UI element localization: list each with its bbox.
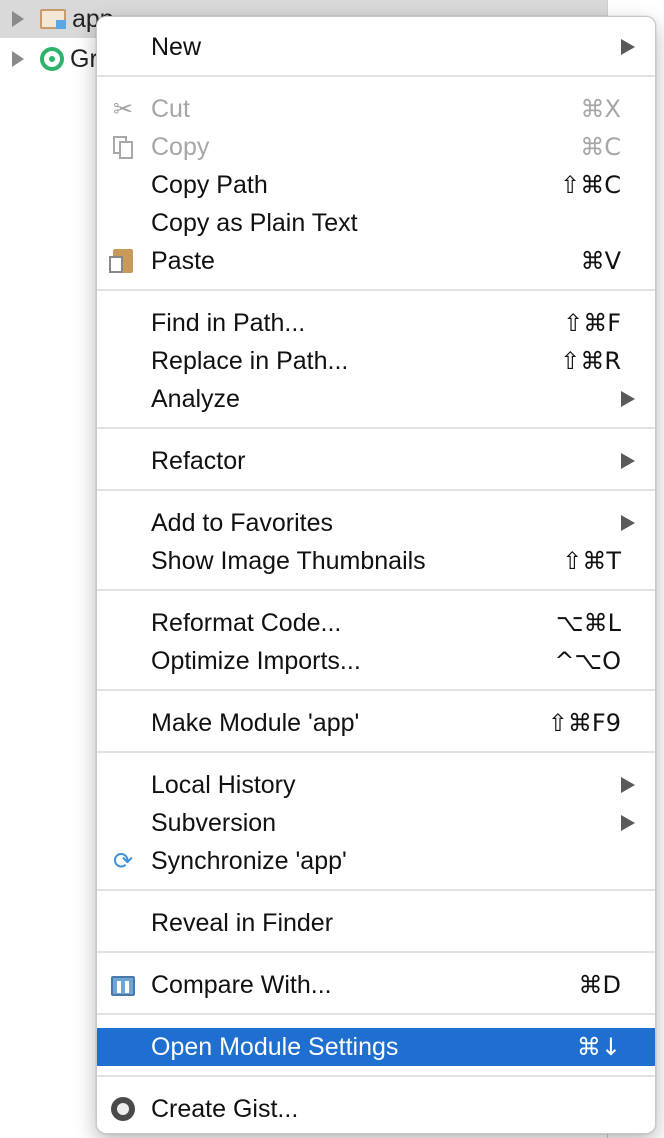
menu-item-shortcut: ⌘V bbox=[580, 247, 621, 275]
menu-item-label: Copy as Plain Text bbox=[151, 209, 358, 237]
menu-item-paste[interactable]: Paste ⌘V bbox=[97, 242, 655, 280]
menu-item-create-gist[interactable]: Create Gist... bbox=[97, 1090, 655, 1128]
menu-separator bbox=[97, 589, 655, 591]
menu-item-make-module[interactable]: Make Module 'app' ⇧⌘F9 bbox=[97, 704, 655, 742]
menu-item-label: Optimize Imports... bbox=[151, 647, 361, 675]
menu-item-add-to-favorites[interactable]: Add to Favorites bbox=[97, 504, 655, 542]
menu-item-synchronize[interactable]: ⟳ Synchronize 'app' bbox=[97, 842, 655, 880]
menu-item-refactor[interactable]: Refactor bbox=[97, 442, 655, 480]
menu-item-shortcut: ⌥⌘L bbox=[555, 609, 621, 637]
menu-separator bbox=[97, 751, 655, 753]
menu-item-label: Make Module 'app' bbox=[151, 709, 360, 737]
menu-item-reformat-code[interactable]: Reformat Code... ⌥⌘L bbox=[97, 604, 655, 642]
paste-icon bbox=[109, 248, 137, 274]
submenu-arrow-icon bbox=[621, 815, 635, 831]
menu-item-reveal-in-finder[interactable]: Reveal in Finder bbox=[97, 904, 655, 942]
submenu-arrow-icon bbox=[621, 391, 635, 407]
github-icon bbox=[109, 1096, 137, 1122]
menu-item-open-module-settings[interactable]: Open Module Settings ⌘↓ bbox=[97, 1028, 655, 1066]
menu-item-show-image-thumbnails[interactable]: Show Image Thumbnails ⇧⌘T bbox=[97, 542, 655, 580]
menu-item-label: Add to Favorites bbox=[151, 509, 334, 537]
expand-arrow-icon[interactable] bbox=[12, 11, 24, 27]
menu-item-shortcut: ⌘↓ bbox=[576, 1033, 621, 1061]
compare-icon bbox=[109, 972, 137, 998]
gradle-icon bbox=[40, 47, 64, 71]
expand-arrow-icon[interactable] bbox=[12, 51, 24, 67]
menu-item-copy-plain-text[interactable]: Copy as Plain Text bbox=[97, 204, 655, 242]
menu-item-label: Replace in Path... bbox=[151, 347, 349, 375]
menu-item-shortcut: ⇧⌘F9 bbox=[547, 709, 621, 737]
menu-item-new[interactable]: New bbox=[97, 28, 655, 66]
copy-icon bbox=[109, 134, 137, 160]
menu-item-label: Analyze bbox=[151, 385, 240, 413]
menu-item-label: Refactor bbox=[151, 447, 246, 475]
menu-separator bbox=[97, 689, 655, 691]
menu-item-shortcut: ⌘D bbox=[578, 971, 621, 999]
menu-separator bbox=[97, 1013, 655, 1015]
menu-item-shortcut: ⇧⌘C bbox=[560, 171, 621, 199]
menu-item-shortcut: ⌘X bbox=[580, 95, 621, 123]
menu-separator bbox=[97, 1075, 655, 1077]
menu-item-label: Paste bbox=[151, 247, 215, 275]
menu-item-label: Copy Path bbox=[151, 171, 268, 199]
menu-item-shortcut: ⌘C bbox=[580, 133, 621, 161]
menu-separator bbox=[97, 889, 655, 891]
menu-item-optimize-imports[interactable]: Optimize Imports... ^⌥O bbox=[97, 642, 655, 680]
menu-separator bbox=[97, 427, 655, 429]
menu-item-local-history[interactable]: Local History bbox=[97, 766, 655, 804]
submenu-arrow-icon bbox=[621, 453, 635, 469]
menu-item-label: Synchronize 'app' bbox=[151, 847, 347, 875]
menu-item-replace-in-path[interactable]: Replace in Path... ⇧⌘R bbox=[97, 342, 655, 380]
menu-item-label: Cut bbox=[151, 95, 190, 123]
menu-item-shortcut: ⇧⌘F bbox=[563, 309, 621, 337]
menu-item-label: Find in Path... bbox=[151, 309, 306, 337]
module-folder-icon bbox=[40, 9, 66, 29]
submenu-arrow-icon bbox=[621, 515, 635, 531]
menu-item-find-in-path[interactable]: Find in Path... ⇧⌘F bbox=[97, 304, 655, 342]
menu-separator bbox=[97, 489, 655, 491]
menu-separator bbox=[97, 75, 655, 77]
menu-separator bbox=[97, 289, 655, 291]
submenu-arrow-icon bbox=[621, 777, 635, 793]
sync-icon: ⟳ bbox=[112, 847, 134, 875]
menu-item-label: Create Gist... bbox=[151, 1095, 299, 1123]
menu-item-label: Subversion bbox=[151, 809, 277, 837]
menu-item-analyze[interactable]: Analyze bbox=[97, 380, 655, 418]
menu-item-label: Reformat Code... bbox=[151, 609, 342, 637]
menu-item-cut[interactable]: ✂ Cut ⌘X bbox=[97, 90, 655, 128]
menu-item-label: Show Image Thumbnails bbox=[151, 547, 426, 575]
menu-item-label: Reveal in Finder bbox=[151, 909, 334, 937]
menu-item-label: Compare With... bbox=[151, 971, 332, 999]
menu-item-shortcut: ⇧⌘T bbox=[562, 547, 621, 575]
menu-item-compare-with[interactable]: Compare With... ⌘D bbox=[97, 966, 655, 1004]
menu-item-subversion[interactable]: Subversion bbox=[97, 804, 655, 842]
menu-item-shortcut: ^⌥O bbox=[554, 647, 621, 675]
menu-item-shortcut: ⇧⌘R bbox=[560, 347, 621, 375]
menu-item-label: Open Module Settings bbox=[151, 1033, 399, 1061]
context-menu: New ✂ Cut ⌘X Copy ⌘C Copy Path ⇧⌘C Copy … bbox=[96, 16, 656, 1134]
menu-item-copy[interactable]: Copy ⌘C bbox=[97, 128, 655, 166]
scissors-icon: ✂ bbox=[112, 95, 134, 123]
menu-item-copy-path[interactable]: Copy Path ⇧⌘C bbox=[97, 166, 655, 204]
menu-item-label: Copy bbox=[151, 133, 210, 161]
menu-item-label: New bbox=[151, 33, 202, 61]
submenu-arrow-icon bbox=[621, 39, 635, 55]
menu-separator bbox=[97, 951, 655, 953]
menu-item-label: Local History bbox=[151, 771, 296, 799]
